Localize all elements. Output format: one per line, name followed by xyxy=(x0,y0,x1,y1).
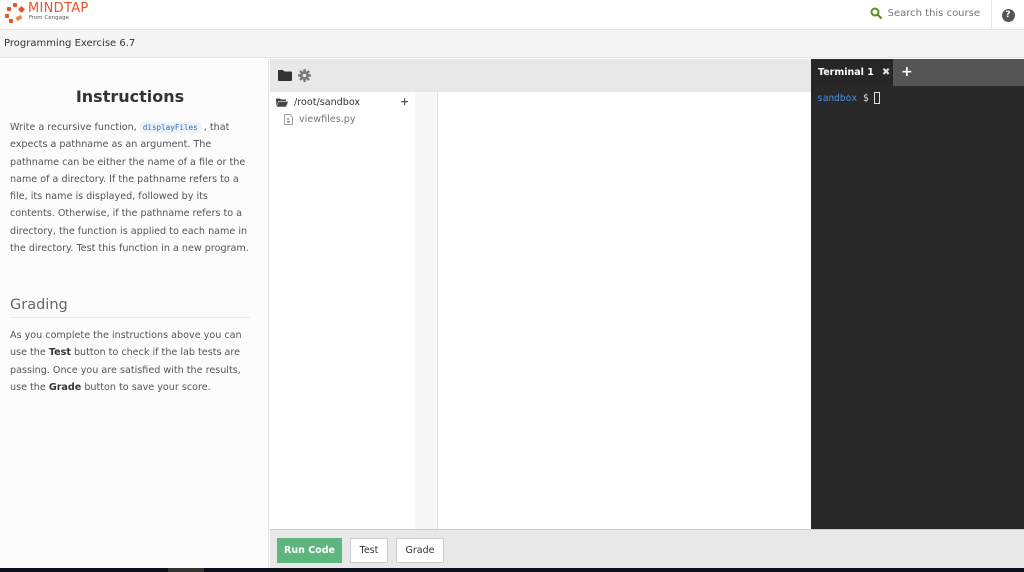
tree-root-label: /root/sandbox xyxy=(294,97,361,108)
logo-mark-icon xyxy=(4,2,26,24)
prompt-host: sandbox xyxy=(817,92,858,104)
terminal-tab-label: Terminal 1 xyxy=(818,67,874,78)
grading-text-part: button to save your score. xyxy=(81,381,211,393)
prompt-sign: $ xyxy=(863,92,869,104)
python-file-icon xyxy=(284,114,293,125)
top-bar: MINDTAP From Cengage Search this course … xyxy=(0,0,1024,30)
file-tree: /root/sandbox + viewfiles.py xyxy=(270,92,415,529)
page-title: Programming Exercise 6.7 xyxy=(4,38,136,49)
editor-gutter xyxy=(415,92,438,529)
search-icon xyxy=(870,7,882,19)
instructions-text: Write a recursive function, displayFiles… xyxy=(10,119,255,257)
os-taskbar xyxy=(0,568,1024,572)
terminal-prompt[interactable]: sandbox $ xyxy=(817,92,880,104)
logo-subtitle: From Cengage xyxy=(29,15,69,21)
grading-test-bold: Test xyxy=(48,347,71,359)
mindtap-logo[interactable]: MINDTAP From Cengage xyxy=(4,2,89,24)
instructions-text-part: , that expects a pathname as an argument… xyxy=(10,122,249,255)
add-terminal-button[interactable]: + xyxy=(901,64,913,80)
help-icon: ? xyxy=(1001,8,1015,22)
folder-icon[interactable] xyxy=(278,70,292,81)
run-code-button[interactable]: Run Code xyxy=(277,538,342,563)
terminal-panel[interactable]: Terminal 1 ✖ + sandbox $ xyxy=(811,59,1024,529)
test-button[interactable]: Test xyxy=(350,538,388,563)
instructions-panel: Instructions Write a recursive function,… xyxy=(0,59,269,568)
action-bar: Run Code Test Grade xyxy=(270,529,1024,568)
logo-title: MINDTAP xyxy=(28,1,89,16)
tree-file-label: viewfiles.py xyxy=(299,114,356,125)
ide-toolbar xyxy=(270,59,811,92)
search-placeholder: Search this course xyxy=(887,7,980,19)
close-terminal-icon[interactable]: ✖ xyxy=(882,67,890,78)
help-button[interactable]: ? xyxy=(991,0,1024,30)
terminal-tab-bar: Terminal 1 ✖ + xyxy=(811,59,1024,86)
gear-icon[interactable] xyxy=(298,69,311,82)
instructions-text-part: Write a recursive function, xyxy=(10,122,140,133)
grading-grade-bold: Grade xyxy=(48,381,82,393)
instructions-heading: Instructions xyxy=(75,87,185,106)
tree-root-folder[interactable]: /root/sandbox xyxy=(276,97,360,108)
terminal-cursor xyxy=(873,92,880,104)
grading-text: As you complete the instructions above y… xyxy=(10,327,255,396)
grading-heading: Grading xyxy=(10,297,250,318)
add-file-button[interactable]: + xyxy=(400,95,409,108)
terminal-tab[interactable]: Terminal 1 ✖ xyxy=(811,59,893,86)
function-name-code: displayFiles xyxy=(139,122,201,133)
tree-file-item[interactable]: viewfiles.py xyxy=(284,114,356,125)
folder-open-icon xyxy=(276,98,288,107)
activity-title-bar: Programming Exercise 6.7 xyxy=(0,30,1024,58)
search-course[interactable]: Search this course xyxy=(870,7,980,19)
taskbar-item[interactable] xyxy=(168,568,204,572)
grade-button[interactable]: Grade xyxy=(396,538,444,563)
